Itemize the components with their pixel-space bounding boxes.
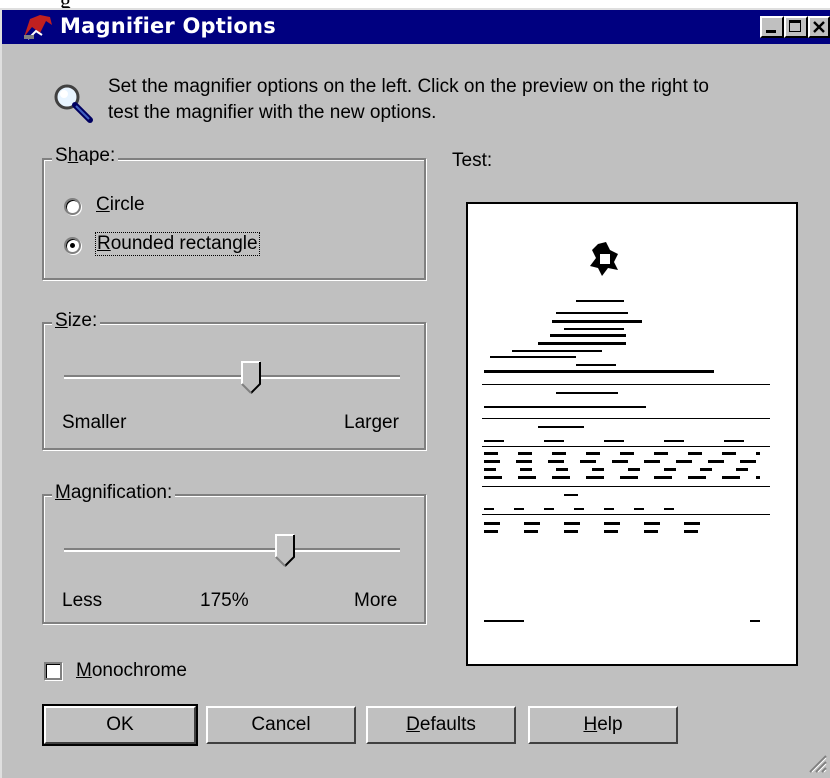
monochrome-checkbox[interactable] — [44, 662, 62, 680]
document-text-line — [538, 426, 584, 428]
minimize-icon — [766, 30, 776, 33]
document-text-line — [484, 370, 714, 373]
document-text-line — [564, 494, 578, 496]
size-legend: Size: — [52, 310, 101, 332]
test-preview-document[interactable] — [466, 202, 798, 666]
ok-button[interactable]: OK — [42, 704, 198, 746]
document-text-line — [484, 476, 760, 479]
document-rule — [482, 384, 770, 385]
minimize-button[interactable] — [760, 16, 784, 38]
size-min-label: Smaller — [62, 412, 127, 433]
document-text-line — [512, 350, 602, 352]
magnification-max-label: More — [354, 590, 398, 611]
shape-legend: Shape: — [52, 145, 119, 167]
document-text-line — [564, 328, 624, 330]
size-max-label: Larger — [344, 412, 399, 433]
document-text-line — [484, 508, 684, 510]
size-slider-track[interactable] — [64, 375, 400, 379]
document-text-line — [576, 364, 616, 366]
close-icon — [813, 21, 825, 33]
document-text-line — [556, 392, 618, 394]
document-text-line — [576, 300, 624, 302]
intro-line-2: test the magnifier with the new options. — [108, 102, 437, 123]
test-label: Test: — [452, 150, 493, 171]
document-text-line — [484, 452, 760, 455]
document-text-line — [552, 320, 642, 323]
document-text-line — [750, 620, 760, 622]
maximize-button[interactable] — [784, 16, 808, 38]
defaults-button[interactable]: Defaults — [366, 706, 516, 744]
radio-selected-dot — [70, 243, 75, 248]
size-slider-thumb[interactable] — [240, 360, 264, 396]
magnification-value-label: 175% — [200, 590, 249, 611]
document-text-line — [484, 522, 704, 525]
document-text-line — [484, 406, 646, 408]
document-text-line — [484, 460, 760, 463]
document-rule — [482, 514, 770, 515]
rounded-rectangle-radio-label[interactable]: Rounded rectangle — [95, 232, 260, 256]
monochrome-label[interactable]: Monochrome — [76, 660, 187, 682]
document-text-line — [556, 312, 628, 314]
resize-grip-icon[interactable] — [808, 752, 828, 774]
document-text-line — [484, 620, 524, 622]
window-title: Magnifier Options — [60, 14, 276, 38]
magnification-min-label: Less — [62, 590, 103, 611]
document-text-line — [484, 530, 704, 533]
document-rule — [482, 446, 770, 447]
shape-group — [42, 158, 426, 280]
magnifier-icon — [54, 84, 93, 123]
document-text-line — [490, 356, 576, 358]
circle-radio[interactable] — [64, 198, 81, 215]
magnifier-app-icon — [24, 15, 52, 40]
document-text-line — [538, 342, 626, 345]
rounded-rectangle-radio[interactable] — [64, 237, 81, 254]
document-logo-icon — [590, 242, 618, 276]
maximize-icon — [789, 20, 801, 32]
magnification-slider-thumb[interactable] — [274, 533, 298, 569]
intro-line-1: Set the magnifier options on the left. C… — [108, 76, 709, 97]
document-text-line — [484, 440, 754, 442]
close-button[interactable] — [808, 16, 830, 38]
document-text-line — [484, 468, 760, 471]
cancel-button[interactable]: Cancel — [206, 706, 356, 744]
circle-radio-label[interactable]: Circle — [96, 194, 145, 216]
help-button[interactable]: Help — [528, 706, 678, 744]
title-bar[interactable]: Magnifier Options — [2, 10, 830, 44]
magnification-slider-track[interactable] — [64, 548, 400, 552]
magnification-legend: Magnification: — [52, 482, 176, 504]
document-rule — [482, 486, 770, 487]
document-text-line — [550, 334, 626, 337]
document-rule — [482, 418, 770, 419]
